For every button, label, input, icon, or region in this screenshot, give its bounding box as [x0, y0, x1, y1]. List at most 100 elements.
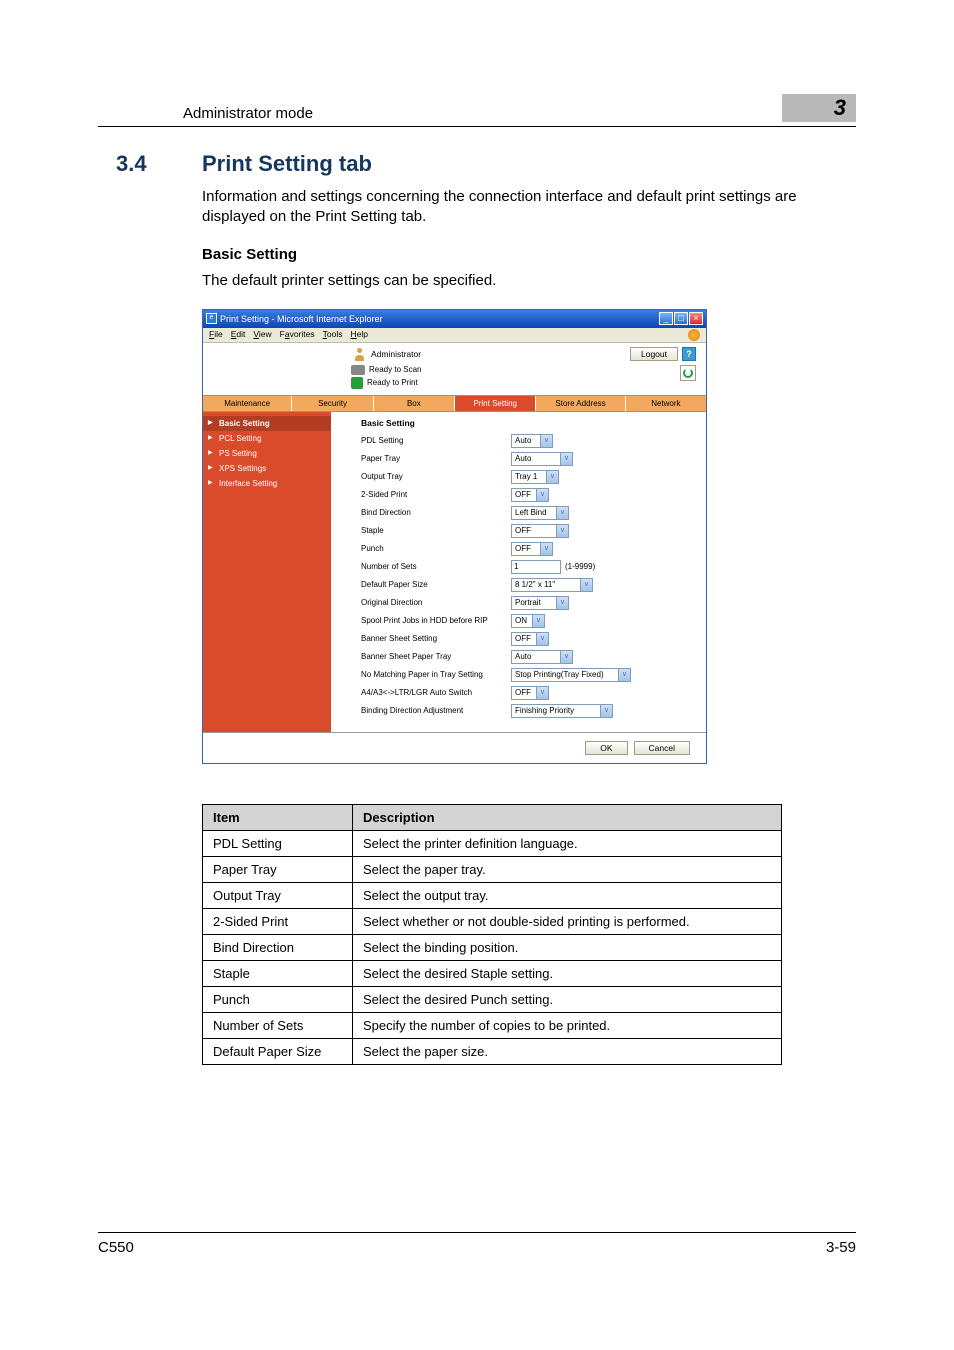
label-paper-tray: Paper Tray [361, 454, 511, 463]
table-row: Output TraySelect the output tray. [203, 882, 782, 908]
refresh-button[interactable] [680, 365, 696, 381]
cell-desc: Select the desired Punch setting. [353, 986, 782, 1012]
select-staple[interactable]: OFFv [511, 524, 569, 538]
user-icon [353, 347, 367, 361]
cell-desc: Select the binding position. [353, 934, 782, 960]
minimize-button[interactable]: _ [659, 312, 673, 325]
chevron-down-icon: v [619, 668, 631, 682]
select-2sided[interactable]: OFFv [511, 488, 549, 502]
chevron-down-icon: v [537, 488, 549, 502]
subsection-heading: Basic Setting [202, 246, 856, 263]
label-banner-setting: Banner Sheet Setting [361, 634, 511, 643]
cell-desc: Select the printer definition language. [353, 830, 782, 856]
tab-box[interactable]: Box [374, 396, 455, 411]
select-auto-switch[interactable]: OFFv [511, 686, 549, 700]
sidebar-item-ps[interactable]: PS Setting [203, 446, 331, 461]
form-title: Basic Setting [361, 418, 690, 428]
sidebar-item-interface[interactable]: Interface Setting [203, 476, 331, 491]
label-pdl: PDL Setting [361, 436, 511, 445]
table-row: Number of SetsSpecify the number of copi… [203, 1012, 782, 1038]
status-scan: Ready to Scan [369, 365, 421, 374]
cell-item: Punch [203, 986, 353, 1012]
table-row: Bind DirectionSelect the binding positio… [203, 934, 782, 960]
chevron-down-icon: v [541, 542, 553, 556]
tab-print-setting[interactable]: Print Setting [455, 396, 536, 411]
table-row: PDL SettingSelect the printer definition… [203, 830, 782, 856]
cell-item: Paper Tray [203, 856, 353, 882]
select-spool[interactable]: ONv [511, 614, 545, 628]
label-bind-dir: Bind Direction [361, 508, 511, 517]
menu-help[interactable]: Help [351, 329, 368, 341]
tab-network[interactable]: Network [626, 396, 706, 411]
table-row: Default Paper SizeSelect the paper size. [203, 1038, 782, 1064]
label-spool: Spool Print Jobs in HDD before RIP [361, 616, 511, 625]
select-banner-tray[interactable]: Autov [511, 650, 573, 664]
cell-item: Default Paper Size [203, 1038, 353, 1064]
cell-item: Output Tray [203, 882, 353, 908]
select-bind-dir[interactable]: Left Bindv [511, 506, 569, 520]
sidebar-item-xps[interactable]: XPS Settings [203, 461, 331, 476]
select-no-match[interactable]: Stop Printing(Tray Fixed)v [511, 668, 631, 682]
menu-file[interactable]: File [209, 329, 223, 341]
cancel-button[interactable]: Cancel [634, 741, 690, 755]
footer-model: C550 [98, 1239, 134, 1256]
menu-edit[interactable]: Edit [231, 329, 246, 341]
input-num-sets[interactable] [511, 560, 561, 574]
description-table: Item Description PDL SettingSelect the p… [202, 804, 782, 1065]
select-punch[interactable]: OFFv [511, 542, 553, 556]
cell-item: Number of Sets [203, 1012, 353, 1038]
cell-item: 2-Sided Print [203, 908, 353, 934]
menu-tools[interactable]: Tools [323, 329, 343, 341]
sidebar-item-basic[interactable]: Basic Setting [203, 416, 331, 431]
chevron-down-icon: v [557, 506, 569, 520]
cell-item: PDL Setting [203, 830, 353, 856]
refresh-icon [683, 368, 693, 378]
ie-logo-icon [688, 329, 700, 341]
table-row: Paper TraySelect the paper tray. [203, 856, 782, 882]
menu-view[interactable]: View [253, 329, 271, 341]
select-binding-adj[interactable]: Finishing Priorityv [511, 704, 613, 718]
select-paper-tray[interactable]: Autov [511, 452, 573, 466]
tab-store-address[interactable]: Store Address [536, 396, 625, 411]
footer-page: 3-59 [826, 1239, 856, 1256]
cell-desc: Select the paper tray. [353, 856, 782, 882]
select-def-paper[interactable]: 8 1/2" x 11"v [511, 578, 593, 592]
close-button[interactable]: × [689, 312, 703, 325]
chevron-down-icon: v [541, 434, 553, 448]
table-row: StapleSelect the desired Staple setting. [203, 960, 782, 986]
cell-item: Staple [203, 960, 353, 986]
sidebar-item-pcl[interactable]: PCL Setting [203, 431, 331, 446]
select-output-tray[interactable]: Tray 1v [511, 470, 559, 484]
chevron-down-icon: v [561, 650, 573, 664]
logout-button[interactable]: Logout [630, 347, 678, 361]
menu-favorites[interactable]: Favorites [280, 329, 315, 341]
maximize-button[interactable]: □ [674, 312, 688, 325]
section-intro: Information and settings concerning the … [202, 187, 856, 228]
cell-desc: Select the desired Staple setting. [353, 960, 782, 986]
chevron-down-icon: v [601, 704, 613, 718]
chevron-down-icon: v [537, 686, 549, 700]
select-pdl[interactable]: Autov [511, 434, 553, 448]
cell-desc: Select the paper size. [353, 1038, 782, 1064]
window-title: Print Setting - Microsoft Internet Explo… [220, 314, 383, 324]
hint-num-sets: (1-9999) [565, 562, 595, 571]
th-desc: Description [353, 804, 782, 830]
tab-maintenance[interactable]: Maintenance [203, 396, 292, 411]
cell-item: Bind Direction [203, 934, 353, 960]
section-number: 3.4 [116, 151, 178, 177]
section-title: Print Setting tab [202, 151, 372, 177]
label-orig-dir: Original Direction [361, 598, 511, 607]
chevron-down-icon: v [581, 578, 593, 592]
select-orig-dir[interactable]: Portraitv [511, 596, 569, 610]
breadcrumb: Administrator mode [183, 105, 313, 122]
label-binding-adj: Binding Direction Adjustment [361, 706, 511, 715]
screenshot-window: e Print Setting - Microsoft Internet Exp… [202, 309, 707, 764]
chevron-down-icon: v [557, 596, 569, 610]
label-banner-tray: Banner Sheet Paper Tray [361, 652, 511, 661]
ok-button[interactable]: OK [585, 741, 627, 755]
select-banner-setting[interactable]: OFFv [511, 632, 549, 646]
label-no-match: No Matching Paper in Tray Setting [361, 670, 511, 679]
tab-security[interactable]: Security [292, 396, 373, 411]
help-button[interactable]: ? [682, 347, 696, 361]
chevron-down-icon: v [547, 470, 559, 484]
